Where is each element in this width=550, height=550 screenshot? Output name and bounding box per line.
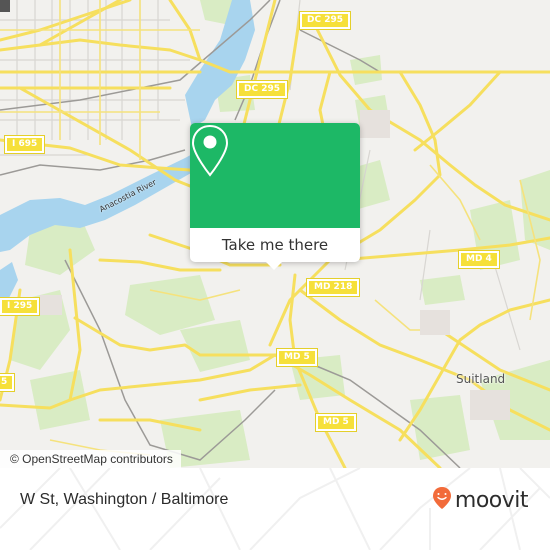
highway-shield-md5: MD 5 — [316, 414, 356, 431]
highway-shield-dc295: DC 295 — [237, 81, 287, 98]
highway-shield-i295: I 295 — [0, 298, 40, 315]
popup-header — [190, 123, 360, 228]
highway-shield-dc295: DC 295 — [300, 12, 350, 29]
moovit-wordmark: moovit — [454, 487, 529, 513]
map[interactable]: DC 295 DC 295 I 695 I 295 MD 4 MD 218 MD… — [0, 0, 550, 468]
take-me-there-button[interactable]: Take me there — [190, 228, 360, 262]
place-label-suitland: Suitland — [456, 372, 506, 386]
popup-pointer — [266, 262, 282, 270]
footer: W St, Washington / Baltimore moovit — [0, 468, 550, 550]
highway-shield-md4: MD 4 — [459, 251, 499, 268]
moovit-pin-icon — [432, 486, 452, 514]
location-title: W St, Washington / Baltimore — [20, 491, 229, 508]
moovit-logo[interactable]: moovit — [432, 486, 529, 514]
highway-shield-md218: MD 218 — [307, 279, 360, 296]
highway-shield-5: 5 — [0, 374, 15, 391]
highway-shield-i695: I 695 — [5, 136, 45, 153]
destination-popup: Take me there — [190, 123, 360, 270]
map-attribution[interactable]: © OpenStreetMap contributors — [0, 450, 181, 468]
highway-shield-md5: MD 5 — [277, 349, 317, 366]
